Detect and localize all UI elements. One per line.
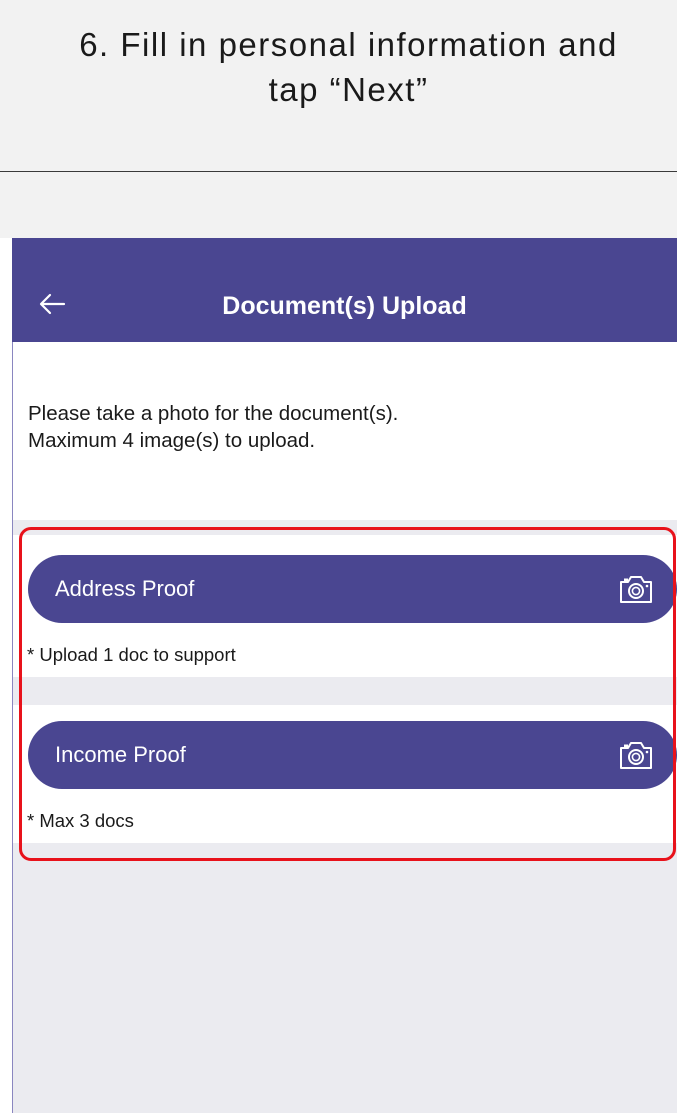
- income-proof-label: Income Proof: [55, 742, 186, 767]
- income-proof-button[interactable]: Income Proof: [28, 721, 677, 789]
- instruction-banner: 6. Fill in personal information and tap …: [0, 0, 677, 172]
- instruction-line-2: tap “Next”: [268, 71, 429, 108]
- address-proof-label: Address Proof: [55, 576, 195, 601]
- address-proof-button[interactable]: Address Proof: [28, 555, 677, 623]
- intro-line-2: Maximum 4 image(s) to upload.: [28, 429, 316, 452]
- app-bar: Document(s) Upload: [12, 238, 677, 342]
- income-proof-section: Income Proof * Max 3 docs: [13, 705, 677, 843]
- address-proof-section: Address Proof * Upload 1 doc to support: [13, 535, 677, 677]
- background-gap: [0, 172, 677, 238]
- address-proof-note: * Upload 1 doc to support: [27, 644, 236, 665]
- income-proof-note: * Max 3 docs: [27, 810, 134, 831]
- intro-line-1: Please take a photo for the document(s).: [28, 402, 399, 425]
- instruction-line-1: 6. Fill in personal information and: [79, 26, 618, 63]
- intro-panel: Please take a photo for the document(s).…: [13, 342, 677, 520]
- camera-icon[interactable]: [619, 740, 653, 770]
- camera-icon[interactable]: [619, 574, 653, 604]
- instruction-title: 6. Fill in personal information and tap …: [40, 22, 657, 112]
- page-title: Document(s) Upload: [222, 292, 467, 320]
- intro-text: Please take a photo for the document(s).…: [28, 400, 398, 454]
